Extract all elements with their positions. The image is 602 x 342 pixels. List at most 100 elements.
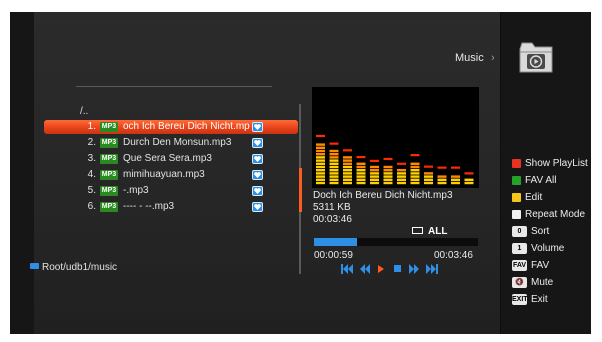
spectrum-bar-segment (424, 181, 433, 185)
progress-bar[interactable] (314, 238, 478, 246)
spectrum-bar-segment (370, 165, 379, 169)
playback-controls (340, 263, 470, 275)
spectrum-bar-segment (410, 178, 420, 181)
mp3-icon: MP3 (100, 202, 118, 212)
spectrum-bar-segment (356, 178, 366, 181)
spectrum-bar-segment (397, 178, 406, 181)
spectrum-bar-segment (410, 175, 420, 178)
title-arrow-icon: › (491, 52, 495, 64)
item-number: 1. (87, 121, 96, 132)
parent-directory[interactable]: /.. (80, 105, 334, 119)
legend-label: FAV All (525, 175, 557, 186)
spectrum-bar-segment (397, 172, 406, 175)
favorite-heart-icon[interactable] (252, 186, 263, 196)
current-path: Root/udb1/music (30, 262, 117, 273)
legend-repeat-mode[interactable]: Repeat Mode (512, 209, 591, 221)
mp3-icon: MP3 (100, 170, 118, 180)
favorite-heart-icon[interactable] (252, 154, 263, 164)
spectrum-bar-segment (316, 175, 325, 178)
mp3-icon: MP3 (100, 186, 118, 196)
list-item[interactable]: 1. MP3 och Ich Bereu Dich Nicht.mp (44, 120, 298, 134)
red-key-icon (512, 159, 521, 168)
spectrum-bar-segment (451, 181, 460, 185)
spectrum-bar-segment (343, 165, 352, 169)
favorite-heart-icon[interactable] (252, 170, 263, 180)
now-playing-duration: 00:03:46 (313, 214, 352, 225)
spectrum-bar-segment (316, 156, 325, 159)
spectrum-bar-segment (329, 153, 339, 156)
favorite-heart-icon[interactable] (252, 202, 263, 212)
spectrum-bar-segment (356, 181, 366, 185)
white-key-icon (512, 210, 521, 219)
mp3-icon: MP3 (100, 154, 118, 164)
spectrum-bar-segment (329, 162, 339, 165)
legend-volume[interactable]: 1 Volume (512, 243, 591, 255)
spectrum-bar-segment (329, 159, 339, 162)
elapsed-time: 00:00:59 (314, 250, 353, 261)
yellow-key-icon (512, 193, 521, 202)
spectrum-bar-segment (464, 181, 474, 185)
legend-exit[interactable]: EXIT Exit (512, 294, 591, 306)
legend-fav[interactable]: FAV FAV (512, 260, 591, 272)
green-key-icon (512, 176, 521, 185)
spectrum-bar-segment (343, 159, 352, 162)
mp3-icon: MP3 (100, 122, 118, 132)
repeat-icon (412, 227, 423, 234)
spectrum-bar-segment (316, 172, 325, 175)
list-item[interactable]: 6. MP3 ---- - --.mp3 (44, 200, 298, 214)
spectrum-peak (437, 166, 447, 169)
prev-track-icon[interactable] (340, 263, 354, 275)
legend-label: Edit (525, 192, 543, 203)
spectrum-bar-segment (410, 162, 420, 165)
spectrum-bar-segment (383, 181, 393, 185)
key-1-icon: 1 (512, 243, 527, 254)
item-number: 4. (87, 169, 96, 180)
spectrum-bar-segment (451, 175, 460, 178)
spectrum-bar-segment (370, 178, 379, 181)
list-item[interactable]: 2. MP3 Durch Den Monsun.mp3 (44, 136, 298, 150)
spectrum-bar-segment (343, 162, 352, 165)
spectrum-bar-segment (343, 169, 352, 172)
spectrum-bar-segment (329, 175, 339, 178)
play-icon[interactable] (377, 263, 385, 275)
spectrum-bar-segment (356, 162, 366, 165)
legend-edit[interactable]: Edit (512, 192, 591, 204)
spectrum-bar-segment (410, 169, 420, 172)
legend-mute[interactable]: 🔇 Mute (512, 277, 591, 289)
legend-fav-all[interactable]: FAV All (512, 175, 591, 187)
favorite-heart-icon[interactable] (252, 122, 263, 132)
repeat-mode[interactable]: ALL (412, 226, 447, 237)
spectrum-bar-segment (343, 181, 352, 185)
stop-icon[interactable] (393, 263, 402, 275)
list-item[interactable]: 3. MP3 Que Sera Sera.mp3 (44, 152, 298, 166)
rewind-icon[interactable] (359, 263, 371, 275)
spectrum-peak (424, 165, 433, 168)
file-name: Durch Den Monsun.mp3 (123, 137, 232, 148)
spectrum-bar-segment (329, 156, 339, 159)
list-item[interactable]: 5. MP3 -.mp3 (44, 184, 298, 198)
spectrum-bar-segment (316, 149, 325, 153)
fast-forward-icon[interactable] (408, 263, 420, 275)
spectrum-bar-segment (410, 181, 420, 185)
list-item[interactable]: 4. MP3 mimihuayuan.mp3 (44, 168, 298, 182)
key-0-icon: 0 (512, 226, 527, 237)
file-name: ---- - --.mp3 (123, 201, 175, 212)
legend-sort[interactable]: 0 Sort (512, 226, 591, 238)
spectrum-bar-segment (370, 169, 379, 172)
spectrum-bar-segment (316, 162, 325, 165)
panel-divider (500, 12, 501, 334)
spectrum-bar-segment (451, 178, 460, 181)
spectrum-bar-segment (316, 143, 325, 146)
spectrum-peak (370, 159, 379, 162)
scrollbar-thumb[interactable] (299, 168, 302, 212)
favorite-heart-icon[interactable] (252, 138, 263, 148)
next-track-icon[interactable] (425, 263, 439, 275)
spectrum-bar-segment (316, 165, 325, 169)
page-title: Music (455, 52, 484, 64)
legend-show-playlist[interactable]: Show PlayList (512, 158, 591, 170)
legend-label: Sort (531, 226, 550, 237)
file-name: och Ich Bereu Dich Nicht.mp (123, 121, 250, 132)
item-number: 3. (87, 153, 96, 164)
spectrum-bar-segment (410, 172, 420, 175)
mp3-icon: MP3 (100, 138, 118, 148)
